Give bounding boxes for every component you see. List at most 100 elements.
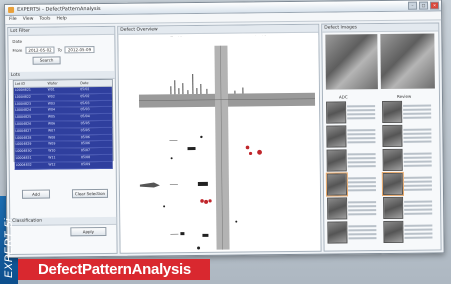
defect-images-panel: Defect Images ADC Review: [321, 22, 442, 252]
close-icon[interactable]: ×: [429, 1, 440, 10]
lot-filter-panel: Lot Filter Date From 2012-05-02 To 2012-…: [7, 25, 118, 255]
menu-item-file[interactable]: File: [9, 16, 17, 24]
date-label: Date: [12, 38, 22, 44]
list-item[interactable]: L0004832 W12 05/09: [14, 161, 113, 170]
list-cell: L0004821: [14, 87, 31, 92]
defect-map[interactable]: [118, 34, 321, 251]
defect-thumbnail[interactable]: [326, 101, 347, 124]
list-cell: 05/02: [80, 87, 90, 92]
list-cell: 05/08: [80, 155, 91, 160]
sem-image-large-1[interactable]: [325, 34, 378, 90]
column-header[interactable]: Lot ID: [14, 81, 47, 87]
background: EXPERT5i - DefectPatternAnalysis – □ × F…: [0, 0, 451, 284]
to-field[interactable]: 2012-05-09: [64, 46, 95, 54]
search-row: Search: [13, 56, 111, 65]
range-row: From 2012-05-02 To 2012-05-09: [12, 46, 110, 54]
list-cell: W12: [48, 162, 56, 167]
thumbnail-info: [403, 175, 432, 193]
thumbnail-info: [404, 199, 433, 217]
list-cell: 05/04: [80, 114, 90, 119]
app-icon: [8, 6, 15, 13]
defect-thumbnail[interactable]: [326, 125, 347, 148]
lot-list: Lot ID Wafer Date L0004821 W01 05/02 L0004822…: [12, 78, 114, 170]
list-cell: L0004827: [15, 128, 32, 133]
column-header[interactable]: Wafer: [46, 80, 79, 86]
defect-thumbnail[interactable]: [325, 172, 349, 197]
thumbnail-info: [404, 223, 433, 241]
defect-thumbnail[interactable]: [327, 221, 348, 244]
defect-thumbnail[interactable]: [383, 220, 404, 244]
defect-thumbnail[interactable]: [327, 197, 348, 220]
list-cell: 05/03: [80, 100, 90, 105]
list-cell: W09: [48, 141, 56, 146]
list-cell: W10: [48, 148, 56, 153]
column-header[interactable]: Date: [79, 80, 112, 86]
list-cell: L0004832: [15, 162, 32, 167]
list-cell: 05/05: [80, 127, 90, 132]
from-label: From: [12, 47, 23, 53]
list-cell: 05/05: [80, 121, 90, 126]
thumbnail-info: [348, 199, 377, 217]
thumbnail-info: [403, 127, 432, 145]
review-label: Review: [396, 93, 412, 99]
date-row: Date: [12, 38, 110, 44]
list-cell: L0004825: [15, 114, 32, 120]
thumbnail-info: [348, 223, 377, 241]
sem-image-large-2[interactable]: [380, 33, 435, 90]
thumbnail-info: [347, 127, 376, 145]
thumbnail-info: [403, 103, 432, 121]
list-cell: L0004822: [14, 94, 31, 99]
list-cell: 05/06: [80, 134, 90, 139]
list-cell: L0004830: [15, 148, 32, 154]
defect-thumbnail[interactable]: [382, 100, 403, 124]
to-label: To: [57, 47, 62, 53]
menu-item-view[interactable]: View: [23, 16, 34, 24]
list-cell: W08: [48, 135, 56, 140]
defect-thumbnail[interactable]: [326, 149, 347, 172]
list-cell: L0004824: [15, 108, 32, 113]
classification-title: Classification: [10, 216, 117, 226]
expert-side-label: EXPERT 5i: [0, 214, 15, 284]
list-cell: 05/03: [80, 107, 90, 112]
menu-item-help[interactable]: Help: [56, 15, 66, 23]
adc-label: ADC: [338, 94, 348, 100]
thumbnail-info: [347, 151, 376, 169]
list-cell: W01: [47, 87, 55, 92]
list-cell: L0004829: [15, 142, 32, 147]
maximize-icon[interactable]: □: [418, 1, 429, 10]
menu-item-tools[interactable]: Tools: [39, 16, 50, 24]
defect-overview-panel: Defect Overview Top View Section View: [117, 23, 322, 254]
thumbnail-info: [347, 103, 376, 121]
thumbnail-info: [347, 175, 376, 193]
list-cell: W02: [47, 94, 55, 99]
expert-label-text: EXPERT 5i: [2, 218, 15, 278]
list-cell: 05/09: [81, 161, 91, 166]
list-cell: W03: [47, 101, 55, 106]
app-window: EXPERT5i - DefectPatternAnalysis – □ × F…: [4, 0, 445, 258]
list-cell: W11: [48, 155, 56, 160]
defect-overview-title: Defect Overview: [118, 24, 319, 35]
list-cell: L0004831: [15, 155, 32, 160]
defect-images-title: Defect Images: [322, 23, 439, 33]
defect-thumbnail[interactable]: [381, 171, 405, 197]
list-cell: W05: [47, 114, 56, 119]
search-button[interactable]: Search: [32, 56, 61, 65]
defect-thumbnail[interactable]: [382, 148, 403, 172]
minimize-icon[interactable]: –: [407, 1, 418, 10]
lot-filter-title: Lot Filter: [8, 26, 115, 36]
defect-thumbnail[interactable]: [383, 196, 404, 220]
from-field[interactable]: 2012-05-02: [25, 46, 55, 54]
list-cell: W06: [47, 121, 56, 126]
product-badge: DefectPatternAnalysis: [18, 259, 210, 280]
lot-list-rows: L0004821 W01 05/02 L0004822 W02 05/02 L0004823…: [13, 86, 113, 170]
apply-button[interactable]: Apply: [70, 226, 107, 237]
clear-selection-button[interactable]: Clear Selection: [71, 188, 109, 199]
list-cell: W04: [47, 107, 56, 112]
defect-thumbnail[interactable]: [382, 124, 403, 148]
thumbnail-info: [403, 151, 432, 169]
list-cell: L0004828: [15, 135, 32, 140]
list-cell: L0004823: [15, 101, 32, 106]
list-cell: L0004826: [15, 121, 32, 126]
add-button[interactable]: Add: [21, 189, 51, 199]
list-cell: 05/06: [80, 141, 91, 146]
